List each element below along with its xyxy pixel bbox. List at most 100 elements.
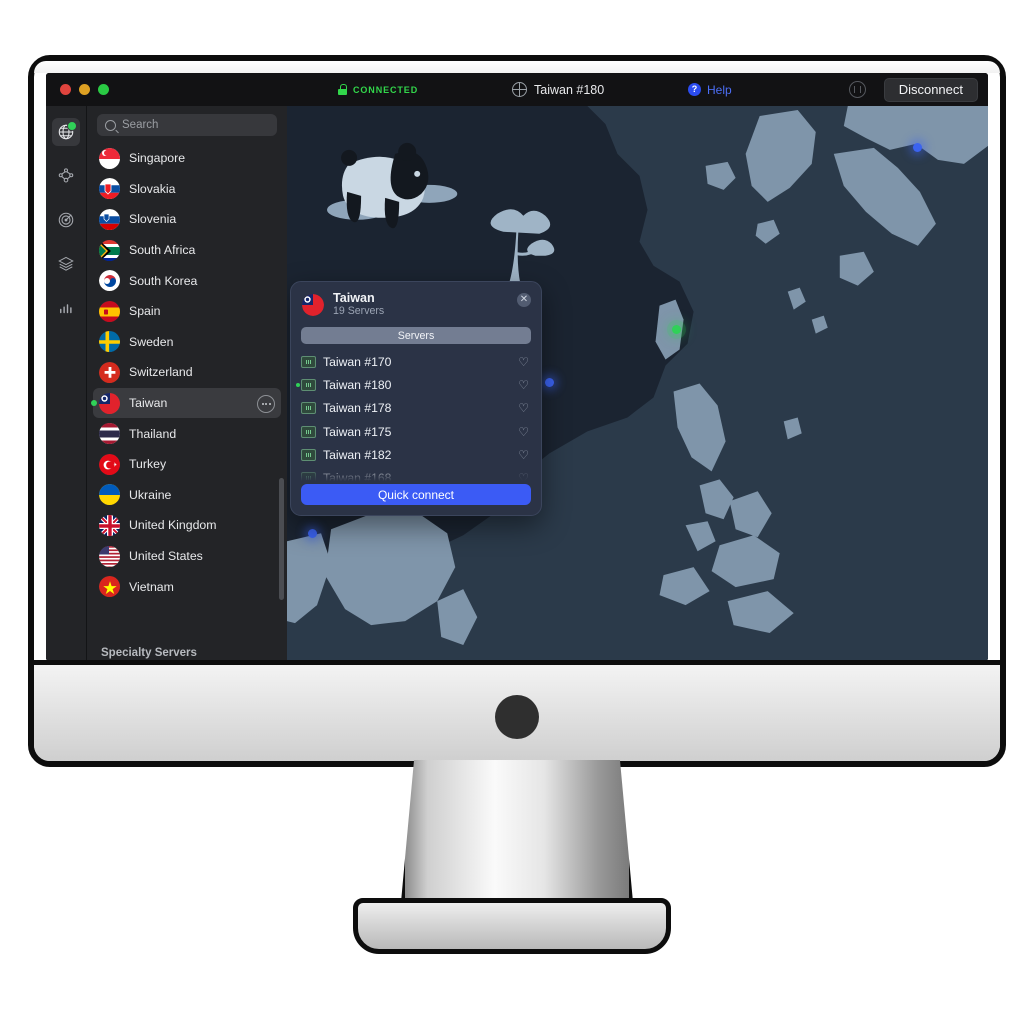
rail-item-globe-network[interactable]: [52, 118, 80, 146]
sidebar-item-united-kingdom[interactable]: United Kingdom: [93, 510, 281, 541]
server-label: Taiwan #180: [323, 378, 392, 393]
rail-item-mesh-nodes[interactable]: [52, 162, 80, 190]
sidebar-item-spain[interactable]: Spain: [93, 296, 281, 327]
help-label: Help: [707, 82, 732, 97]
country-label: Vietnam: [129, 579, 174, 594]
tab-servers-label: Servers: [397, 329, 435, 342]
icon-rail: [46, 106, 87, 661]
country-label: Thailand: [129, 426, 177, 441]
favorite-heart-icon[interactable]: ♡: [518, 449, 529, 461]
search-input[interactable]: Search: [97, 114, 277, 136]
flag-icon-tw: [99, 392, 120, 414]
country-options-icon[interactable]: [257, 395, 275, 414]
app-body: Search Singapore Slovakia Slovenia South Af…: [46, 106, 988, 661]
search-placeholder: Search: [122, 119, 159, 131]
server-load-icon: [301, 425, 316, 438]
sidebar-item-taiwan[interactable]: Taiwan: [91, 387, 281, 419]
server-label: Taiwan #170: [323, 354, 392, 369]
close-window-button[interactable]: [60, 84, 71, 95]
connection-status-label: CONNECTED: [353, 84, 419, 95]
tab-servers[interactable]: Servers: [301, 327, 531, 345]
sidebar-item-ukraine[interactable]: Ukraine: [93, 480, 281, 511]
server-list[interactable]: Taiwan #170 ♡ Taiwan #180 ♡ Taiwan #178 ♡ Taiw…: [291, 350, 541, 482]
sidebar-item-vietnam[interactable]: Vietnam: [93, 571, 281, 602]
popup-server-count: 19 Servers: [333, 305, 385, 318]
favorite-heart-icon[interactable]: ♡: [518, 426, 529, 438]
quick-connect-button[interactable]: Quick connect: [301, 484, 531, 506]
flag-icon-sk: [99, 178, 120, 200]
flag-icon-es: [99, 300, 120, 322]
window-traffic-lights: [46, 84, 109, 95]
server-row[interactable]: Taiwan #182 ♡: [301, 443, 531, 466]
search-icon: [105, 119, 116, 131]
country-label: South Africa: [129, 243, 196, 258]
sidebar-item-south-korea[interactable]: South Korea: [93, 265, 281, 296]
pause-circle-icon[interactable]: [846, 79, 868, 101]
flag-icon-za: [99, 239, 120, 261]
country-label: United States: [129, 549, 203, 564]
taiwan-marker[interactable]: [672, 325, 681, 334]
maximize-window-button[interactable]: [98, 84, 109, 95]
country-label: Switzerland: [129, 365, 193, 380]
minimize-window-button[interactable]: [79, 84, 90, 95]
country-sidebar: Search Singapore Slovakia Slovenia South Af…: [87, 106, 287, 661]
sidebar-item-slovakia[interactable]: Slovakia: [93, 174, 281, 205]
quick-connect-label: Quick connect: [377, 487, 455, 502]
flag-icon-si: [99, 208, 120, 230]
flag-icon-tr: [99, 453, 120, 475]
search-container: Search: [87, 106, 287, 141]
flag-icon-ch: [99, 361, 120, 383]
apple-logo-circle: [495, 695, 539, 739]
flag-icon-vn: [99, 576, 120, 598]
sidebar-item-switzerland[interactable]: Switzerland: [93, 357, 281, 388]
app-titlebar: CONNECTED Taiwan #180 ? Help Disconnect: [46, 73, 988, 106]
flag-icon-gb: [99, 514, 120, 536]
server-row[interactable]: Taiwan #168 ♡: [301, 467, 531, 482]
screenshot-root: CONNECTED Taiwan #180 ? Help Disconnect: [0, 0, 1024, 1024]
favorite-heart-icon[interactable]: ♡: [518, 402, 529, 414]
rail-item-layers-stack[interactable]: [52, 250, 80, 278]
server-row[interactable]: Taiwan #178 ♡: [301, 397, 531, 420]
world-map[interactable]: Taiwan 19 Servers ✕ Servers Taiwan #170 ♡…: [287, 106, 988, 661]
server-row[interactable]: Taiwan #175 ♡: [301, 420, 531, 443]
sidebar-item-singapore[interactable]: Singapore: [93, 143, 281, 174]
sidebar-item-turkey[interactable]: Turkey: [93, 449, 281, 480]
hongkong-marker[interactable]: [545, 378, 554, 387]
sidebar-item-thailand[interactable]: Thailand: [93, 418, 281, 449]
server-load-icon: [301, 472, 316, 482]
favorite-heart-icon[interactable]: ♡: [518, 472, 529, 481]
server-label: Taiwan #182: [323, 448, 392, 463]
server-label: Taiwan #178: [323, 401, 392, 416]
server-row[interactable]: Taiwan #170 ♡: [301, 350, 531, 373]
country-label: Singapore: [129, 151, 186, 166]
monitor-screen: CONNECTED Taiwan #180 ? Help Disconnect: [46, 73, 988, 661]
imac-monitor: CONNECTED Taiwan #180 ? Help Disconnect: [28, 55, 1006, 767]
sidebar-item-united-states[interactable]: United States: [93, 541, 281, 572]
sidebar-item-slovenia[interactable]: Slovenia: [93, 204, 281, 235]
disconnect-button[interactable]: Disconnect: [883, 77, 978, 102]
country-list[interactable]: Singapore Slovakia Slovenia South Africa Sou…: [87, 141, 287, 661]
bangkok-marker[interactable]: [308, 529, 317, 538]
connection-status: CONNECTED: [338, 84, 418, 95]
monitor-base: [353, 898, 671, 954]
favorite-heart-icon[interactable]: ♡: [518, 356, 529, 368]
help-button[interactable]: ? Help: [688, 83, 732, 97]
japan-marker[interactable]: [913, 143, 922, 152]
sidebar-scrollbar-thumb[interactable]: [279, 478, 284, 600]
country-label: South Korea: [129, 273, 198, 288]
server-row[interactable]: Taiwan #180 ♡: [296, 374, 531, 397]
rail-item-bar-chart[interactable]: [52, 294, 80, 322]
server-load-icon: [301, 449, 316, 462]
rail-item-target-radar[interactable]: [52, 206, 80, 234]
country-label: Slovakia: [129, 181, 176, 196]
specialty-servers-section[interactable]: Specialty Servers: [87, 633, 287, 661]
close-icon[interactable]: ✕: [517, 293, 531, 307]
country-label: United Kingdom: [129, 518, 217, 533]
favorite-heart-icon[interactable]: ♡: [518, 379, 529, 391]
question-mark-icon: ?: [688, 83, 701, 96]
sidebar-item-south-africa[interactable]: South Africa: [93, 235, 281, 266]
server-load-icon: [301, 355, 316, 368]
rail-globe-online-badge: [67, 121, 77, 131]
sidebar-item-sweden[interactable]: Sweden: [93, 327, 281, 358]
lock-icon: [338, 84, 347, 95]
